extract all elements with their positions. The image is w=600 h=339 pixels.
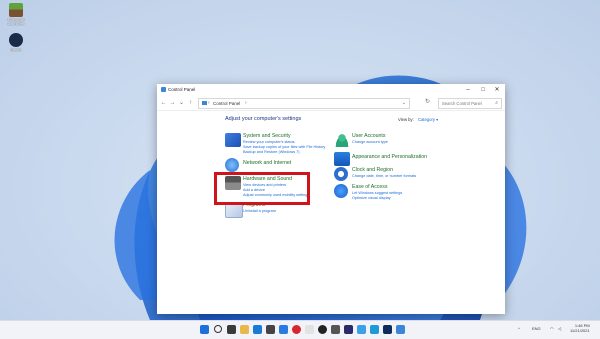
close-button[interactable]: ✕ bbox=[490, 85, 504, 95]
category-title[interactable]: Clock and Region bbox=[352, 167, 393, 173]
chevron-right-icon: › bbox=[208, 100, 210, 106]
category-title[interactable]: Ease of Access bbox=[352, 184, 387, 190]
desktop-icon-minecraft[interactable]: Minecraft Launcher bbox=[3, 3, 29, 26]
category-link[interactable]: Let Windows suggest settings bbox=[352, 191, 402, 195]
maximize-button[interactable]: □ bbox=[476, 85, 490, 95]
tray-date: 11/21/2021 bbox=[570, 328, 590, 333]
wifi-icon[interactable]: ◠ bbox=[550, 326, 554, 331]
app-icon[interactable] bbox=[357, 325, 366, 334]
category-link[interactable]: Uninstall a program bbox=[243, 209, 276, 213]
search-input[interactable]: Search Control Panel bbox=[442, 101, 482, 106]
address-field[interactable]: › Control Panel › ⌄ bbox=[198, 98, 410, 109]
address-bar: ← → ⌄ ↑ › Control Panel › ⌄ ↻ Search Con… bbox=[157, 96, 505, 111]
volume-icon[interactable]: ◁ bbox=[558, 326, 561, 331]
control-panel-taskbar-icon[interactable] bbox=[396, 325, 405, 334]
category-title[interactable]: User Accounts bbox=[352, 133, 385, 139]
view-by-label: View by: bbox=[398, 117, 414, 122]
store-icon[interactable] bbox=[266, 325, 275, 334]
view-by-dropdown[interactable]: Category ▾ bbox=[418, 117, 438, 122]
premiere-icon[interactable] bbox=[344, 325, 353, 334]
page-heading: Adjust your computer's settings bbox=[225, 116, 302, 122]
tray-language[interactable]: ENG bbox=[532, 326, 541, 331]
appearance-monitor-icon bbox=[334, 152, 350, 166]
app-icon[interactable] bbox=[318, 325, 327, 334]
desktop-icon-label: Steam bbox=[10, 47, 22, 52]
control-panel-icon bbox=[202, 101, 207, 105]
ease-of-access-icon bbox=[334, 184, 348, 198]
start-button-icon[interactable] bbox=[200, 325, 209, 334]
taskbar: ^ ENG ◠ ◁ 1:46 PM 11/21/2021 bbox=[0, 320, 600, 339]
opera-icon[interactable] bbox=[292, 325, 301, 334]
category-title[interactable]: Network and Internet bbox=[243, 160, 291, 166]
category-title[interactable]: System and Security bbox=[243, 133, 291, 139]
category-link[interactable]: Change account type bbox=[352, 140, 388, 144]
network-globe-icon bbox=[225, 158, 239, 172]
recent-dropdown[interactable]: ⌄ bbox=[178, 99, 185, 107]
category-title[interactable]: Appearance and Personalization bbox=[352, 154, 427, 160]
category-link[interactable]: Save backup copies of your files with Fi… bbox=[243, 145, 325, 149]
desktop-icon-label: Minecraft Launcher bbox=[7, 17, 25, 26]
title-bar: Control Panel – □ ✕ bbox=[157, 84, 505, 96]
category-link[interactable]: Backup and Restore (Windows 7) bbox=[243, 150, 300, 154]
up-button[interactable]: ↑ bbox=[187, 99, 194, 107]
search-field[interactable]: Search Control Panel ⌕ bbox=[438, 98, 502, 109]
view-by-value: Category bbox=[417, 117, 435, 122]
highlight-box bbox=[214, 172, 310, 205]
search-icon[interactable] bbox=[214, 325, 222, 333]
forward-button[interactable]: → bbox=[169, 99, 176, 107]
view-by: View by: Category ▾ bbox=[398, 117, 438, 122]
steam-icon bbox=[9, 33, 23, 47]
chevron-right-icon: › bbox=[245, 100, 247, 106]
edge-icon[interactable] bbox=[253, 325, 262, 334]
window-title: Control Panel bbox=[168, 87, 196, 92]
shield-icon bbox=[225, 133, 241, 147]
category-link[interactable]: Review your computer's status bbox=[243, 140, 295, 144]
clock-globe-icon bbox=[334, 167, 348, 181]
breadcrumb[interactable]: Control Panel bbox=[213, 101, 240, 106]
category-link[interactable]: Optimize visual display bbox=[352, 196, 391, 200]
control-panel-icon bbox=[161, 87, 166, 92]
file-explorer-icon[interactable] bbox=[240, 325, 249, 334]
back-button[interactable]: ← bbox=[160, 99, 167, 107]
mail-icon[interactable] bbox=[279, 325, 288, 334]
search-icon: ⌕ bbox=[495, 100, 498, 106]
minecraft-icon bbox=[9, 3, 23, 17]
desktop-icon-steam[interactable]: Steam bbox=[3, 33, 29, 52]
app-icon[interactable] bbox=[331, 325, 340, 334]
refresh-icon[interactable]: ↻ bbox=[425, 98, 430, 105]
category-link[interactable]: Change date, time, or number formats bbox=[352, 174, 416, 178]
app-icon[interactable] bbox=[370, 325, 379, 334]
tray-clock[interactable]: 1:46 PM 11/21/2021 bbox=[570, 323, 590, 333]
minimize-button[interactable]: – bbox=[461, 85, 475, 95]
task-view-icon[interactable] bbox=[227, 325, 236, 334]
control-panel-window: Control Panel – □ ✕ ← → ⌄ ↑ › Control Pa… bbox=[157, 84, 505, 314]
tray-chevron-icon[interactable]: ^ bbox=[518, 326, 520, 331]
user-accounts-icon bbox=[334, 133, 350, 147]
chevron-down-icon[interactable]: ⌄ bbox=[402, 100, 406, 106]
app-icon[interactable] bbox=[305, 325, 314, 334]
app-icon[interactable] bbox=[383, 325, 392, 334]
